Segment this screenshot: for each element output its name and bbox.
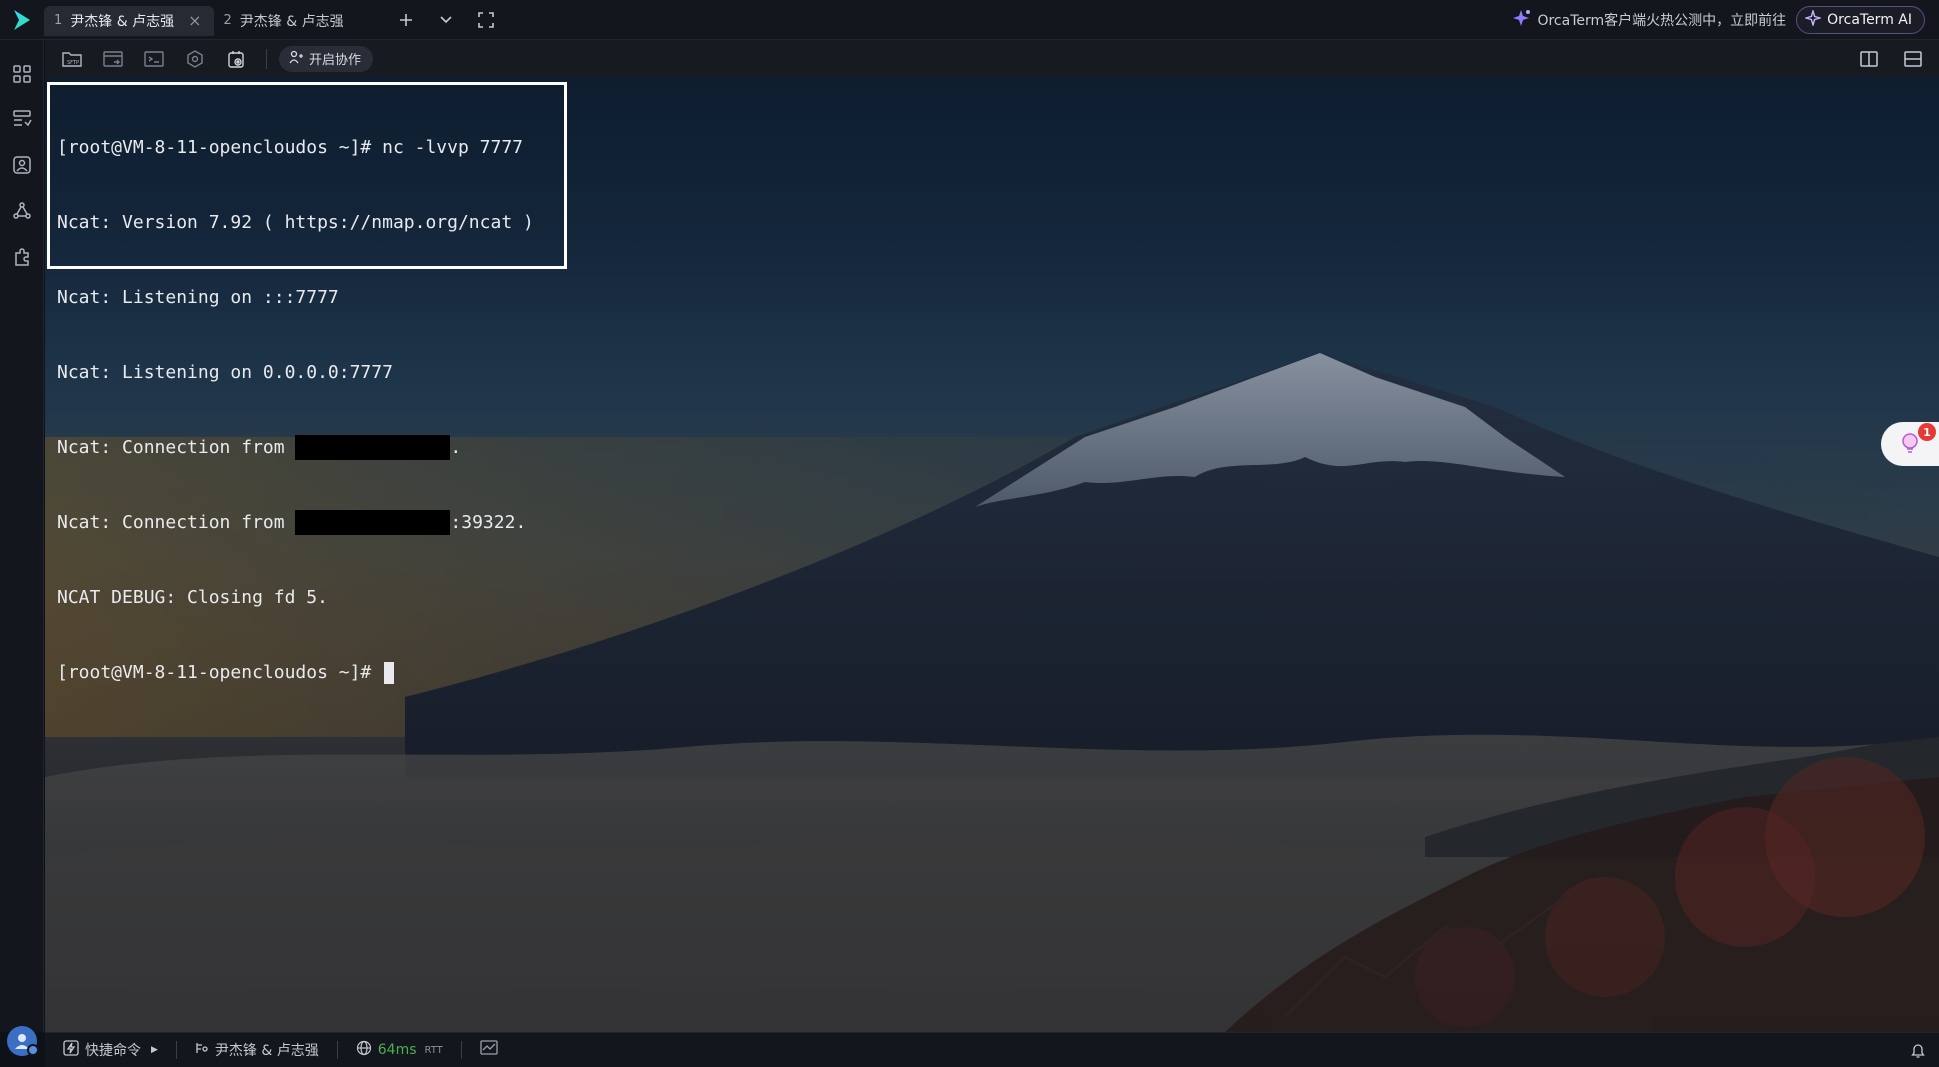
add-user-icon [289,50,303,68]
latency-indicator[interactable]: 64ms RTT [356,1040,443,1060]
tab-number: 1 [54,13,63,28]
terminal-cursor [384,661,395,684]
session-user-icon [195,1041,209,1059]
connection-suffix: :39322. [450,512,527,533]
sparkle-icon [1511,9,1531,31]
ai-star-icon [1803,8,1823,30]
status-divider [336,1041,338,1059]
split-horizontal-icon[interactable] [1899,45,1927,73]
orcaterm-ai-button[interactable]: OrcaTerm AI [1796,5,1925,34]
tab-number: 2 [223,13,232,28]
latency-value: 64ms [377,1042,417,1058]
connection-suffix: . [450,437,462,458]
terminal-line: Ncat: Connection from . [57,435,534,460]
annotation-highlight-box [47,82,567,269]
connection-prefix: Ncat: Connection from [57,512,296,533]
monitor-chart-icon [480,1040,498,1060]
status-divider [175,1041,177,1059]
collaboration-label: 开启协作 [309,53,362,68]
promo-text: OrcaTerm客户端火热公测中，立即前往 [1537,12,1787,29]
avatar-status-icon [27,1044,39,1056]
terminal-line: Ncat: Listening on :::7777 [57,287,339,308]
close-icon[interactable]: × [188,12,201,29]
globe-icon [356,1040,372,1060]
shell-prompt: [root@VM-8-11-opencloudos ~]# [57,662,383,683]
terminal-icon[interactable] [139,45,169,73]
terminal-line: NCAT DEBUG: Closing fd 5. [57,587,328,608]
chevron-down-icon[interactable] [432,6,460,34]
connection-prefix: Ncat: Connection from [57,437,296,458]
terminal-line: Ncat: Listening on 0.0.0.0:7777 [57,362,393,383]
tab-session-2[interactable]: 2 尹杰锋 & 卢志强 [214,6,356,36]
screen-record-icon[interactable] [221,45,251,73]
caret-right-icon: ▶ [151,1045,158,1055]
quick-command-button[interactable]: 快捷命令 ▶ [63,1040,158,1060]
collaboration-button[interactable]: 开启协作 [279,45,374,72]
fullscreen-icon[interactable] [472,6,500,34]
toolbar-divider [266,48,267,69]
svg-text:SFTP: SFTP [67,60,79,66]
bell-icon[interactable] [1911,1042,1925,1058]
notification-badge: 1 [1918,423,1936,441]
monitor-chart-button[interactable] [480,1040,498,1060]
terminal-pane[interactable]: [root@VM-8-11-opencloudos ~]# nc -lvvp 7… [45,77,1939,1032]
session-label: 尹杰锋 & 卢志强 [214,1043,319,1059]
add-tab-icon[interactable] [392,6,420,34]
status-divider [460,1041,462,1059]
split-vertical-icon[interactable] [1855,45,1883,73]
redacted-ip [295,435,451,460]
tab-label: 尹杰锋 & 卢志强 [70,13,175,30]
plugin-icon[interactable] [10,245,34,269]
rtt-label: RTT [424,1044,443,1056]
sidebar [0,40,44,1032]
file-transfer-icon[interactable] [98,45,128,73]
orcaterm-logo-icon[interactable] [0,0,44,40]
ai-button-label: OrcaTerm AI [1827,11,1912,28]
status-bar: 快捷命令 ▶ 尹杰锋 & 卢志强 64ms RTT [45,1032,1939,1067]
quick-command-label: 快捷命令 [85,1043,141,1059]
lightning-icon [63,1040,79,1060]
tab-bar: 1 尹杰锋 & 卢志强 × 2 尹杰锋 & 卢志强 OrcaTerm客户端火热公… [0,0,1939,40]
sftp-icon[interactable]: SFTP [57,45,87,73]
lightbulb-icon [1902,433,1918,453]
promo-link[interactable]: OrcaTerm客户端火热公测中，立即前往 [1511,9,1786,31]
terminal-prompt-line[interactable]: [root@VM-8-11-opencloudos ~]# [57,660,534,685]
session-toolbar: SFTP 开启协作 [45,40,1939,77]
tab-session-1[interactable]: 1 尹杰锋 & 卢志强 × [44,5,214,36]
terminal-line: Ncat: Connection from :39322. [57,510,534,535]
instance-icon[interactable] [10,153,34,177]
cloud-nodes-icon[interactable] [10,199,34,223]
session-indicator[interactable]: 尹杰锋 & 卢志强 [195,1040,319,1060]
tab-label: 尹杰锋 & 卢志强 [239,13,344,30]
settings-icon[interactable] [180,45,210,73]
server-list-icon[interactable] [10,107,34,131]
redacted-ip [295,510,451,535]
apps-grid-icon[interactable] [10,62,34,86]
